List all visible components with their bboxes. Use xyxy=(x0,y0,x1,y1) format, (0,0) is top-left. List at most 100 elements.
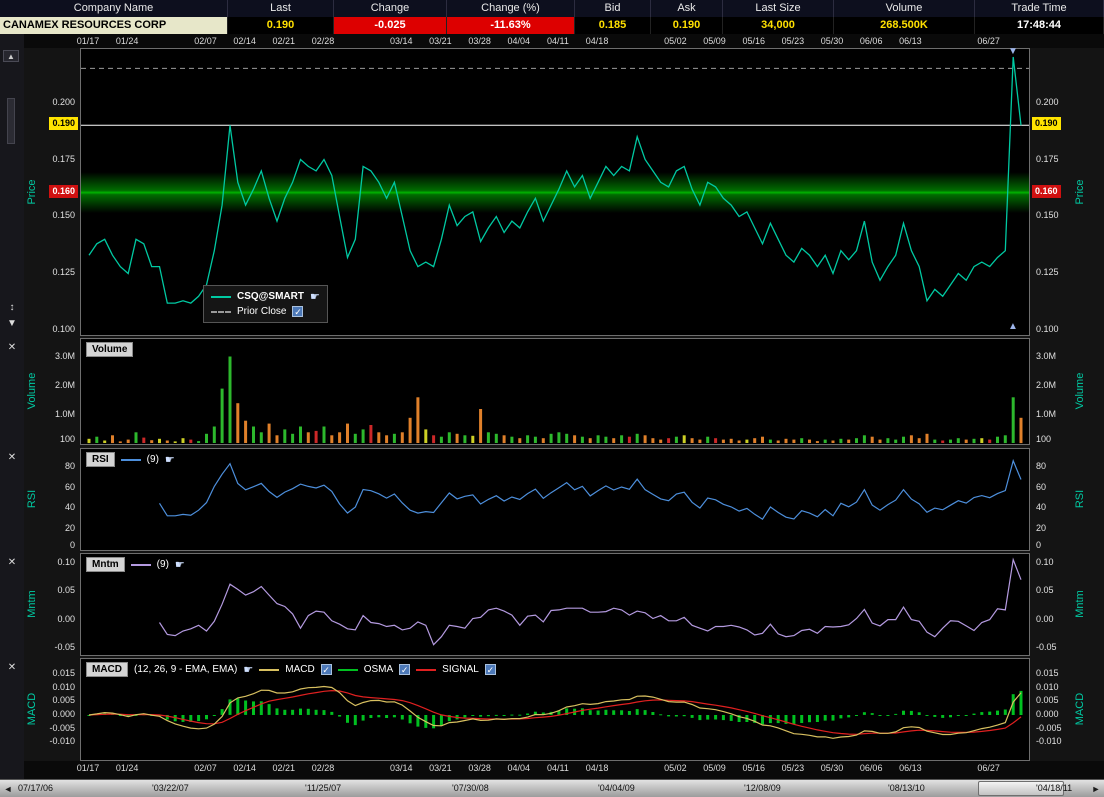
y-tick-label: 0.150 xyxy=(1036,210,1059,220)
volume-legend: Volume xyxy=(86,342,133,357)
signal-checkbox[interactable] xyxy=(485,664,496,675)
macd-panel[interactable]: MACD (12, 26, 9 - EMA, EMA) MACD OSMA SI… xyxy=(80,658,1030,761)
y-tick-label: 0.200 xyxy=(1036,97,1059,107)
y-tick-label: 3.0M xyxy=(55,351,75,361)
date-tick-label: 01/17 xyxy=(73,36,103,46)
prior-close-checkbox[interactable] xyxy=(292,306,303,317)
date-tick-label: 02/28 xyxy=(308,36,338,46)
y-tick-label: 0.125 xyxy=(1036,267,1059,277)
date-tick-label: 03/28 xyxy=(465,36,495,46)
y-tick-label: 0.05 xyxy=(57,585,75,595)
scroll-left-button[interactable] xyxy=(1,782,15,796)
prior-close-label: Prior Close xyxy=(237,306,286,317)
y-tick-label: 2.0M xyxy=(1036,380,1056,390)
macd-right-scale: 0.0150.0100.0050.000-0.005-0.010 xyxy=(1032,658,1072,761)
y-tick-label: 1.0M xyxy=(1036,409,1056,419)
y-tick-label: 40 xyxy=(65,502,75,512)
volume-chart[interactable] xyxy=(81,339,1029,444)
mntm-chart[interactable] xyxy=(81,554,1029,655)
y-tick-label: 0.150 xyxy=(52,210,75,220)
osma-bars xyxy=(88,691,1023,728)
osma-checkbox[interactable] xyxy=(399,664,410,675)
time-scrollbar[interactable]: 07/17/06 '03/22/07 '11/25/07 '07/30/08 '… xyxy=(0,779,1104,797)
y-tick-label: 100 xyxy=(1036,434,1051,444)
left-toolbar xyxy=(0,34,24,779)
y-tick-label: 0.10 xyxy=(1036,557,1054,567)
price-panel[interactable]: ▼ ▲ CSQ@SMART Prior Close xyxy=(80,48,1030,336)
rsi-line xyxy=(160,461,1022,519)
volume-panel[interactable]: Volume xyxy=(80,338,1030,445)
y-tick-label: -0.005 xyxy=(49,723,75,733)
pointer-icon[interactable] xyxy=(175,558,185,571)
price-axis-title-left: Price xyxy=(26,162,38,222)
y-tick-label: 0.00 xyxy=(1036,614,1054,624)
y-tick-label: -0.005 xyxy=(1036,723,1062,733)
marker-down-icon[interactable]: ▼ xyxy=(1008,46,1018,57)
band-price-chip: 0.160 xyxy=(1032,185,1061,198)
macd-title-chip[interactable]: MACD xyxy=(86,662,128,677)
price-right-scale: 0.2000.1750.1500.1250.1000.1900.160 xyxy=(1032,48,1072,336)
scroll-up-icon[interactable] xyxy=(3,50,19,62)
y-tick-label: 80 xyxy=(65,461,75,471)
y-tick-label: 0.000 xyxy=(52,709,75,719)
date-tick-label: 02/28 xyxy=(308,763,338,773)
date-tick-label: 05/02 xyxy=(660,763,690,773)
close-rsi-panel-icon[interactable] xyxy=(5,452,19,464)
rsi-left-scale: 806040200 xyxy=(42,448,78,551)
y-tick-label: 0.015 xyxy=(1036,668,1059,678)
scrollbar-date: '04/18/11 xyxy=(1036,783,1072,793)
close-macd-panel-icon[interactable] xyxy=(5,662,19,674)
pointer-icon[interactable] xyxy=(310,290,320,303)
trade-time-value: 17:48:44 xyxy=(975,17,1104,34)
volume-left-scale: 3.0M2.0M1.0M100 xyxy=(42,338,78,445)
date-tick-label: 05/16 xyxy=(739,36,769,46)
scrollbar-date: '03/22/07 xyxy=(152,783,189,793)
mntm-period-label: (9) xyxy=(157,559,169,570)
rsi-panel[interactable]: RSI (9) xyxy=(80,448,1030,551)
rsi-title-chip[interactable]: RSI xyxy=(86,452,115,467)
y-tick-label: 0.175 xyxy=(1036,154,1059,164)
y-tick-label: 20 xyxy=(1036,523,1046,533)
volume-title-chip[interactable]: Volume xyxy=(86,342,133,357)
y-tick-label: 0.100 xyxy=(52,324,75,334)
price-left-scale: 0.2000.1750.1500.1250.1000.1900.160 xyxy=(42,48,78,336)
pointer-icon[interactable] xyxy=(243,663,253,676)
header-ask: Ask xyxy=(651,0,723,17)
date-tick-label: 04/04 xyxy=(504,763,534,773)
date-tick-label: 03/14 xyxy=(386,36,416,46)
marker-up-icon[interactable]: ▲ xyxy=(1008,321,1018,332)
ask-value: 0.190 xyxy=(651,17,723,34)
y-tick-label: 40 xyxy=(1036,502,1046,512)
pointer-icon[interactable] xyxy=(165,453,175,466)
mntm-title-chip[interactable]: Mntm xyxy=(86,557,125,572)
macd-line-sample xyxy=(259,669,279,671)
date-tick-label: 04/04 xyxy=(504,36,534,46)
close-mntm-panel-icon[interactable] xyxy=(5,557,19,569)
date-tick-label: 04/11 xyxy=(543,36,573,46)
date-tick-label: 06/13 xyxy=(895,36,925,46)
volume-axis-title-right: Volume xyxy=(1074,361,1086,421)
rsi-right-scale: 806040200 xyxy=(1032,448,1072,551)
y-tick-label: 0 xyxy=(70,540,75,550)
macd-checkbox[interactable] xyxy=(321,664,332,675)
scroll-down-icon[interactable] xyxy=(5,318,19,330)
mntm-panel[interactable]: Mntm (9) xyxy=(80,553,1030,656)
resize-panel-icon[interactable] xyxy=(5,302,19,314)
date-tick-label: 05/30 xyxy=(817,36,847,46)
mntm-right-scale: 0.100.050.00-0.05 xyxy=(1032,553,1072,656)
date-tick-label: 02/07 xyxy=(190,36,220,46)
date-tick-label: 01/17 xyxy=(73,763,103,773)
price-line-sample xyxy=(211,296,231,298)
scroll-right-button[interactable] xyxy=(1089,782,1103,796)
last-price-chip: 0.190 xyxy=(49,117,78,130)
scrollbar-date: '12/08/09 xyxy=(744,783,781,793)
header-trade-time: Trade Time xyxy=(975,0,1104,17)
volume-axis-title-left: Volume xyxy=(26,361,38,421)
mntm-left-scale: 0.100.050.00-0.05 xyxy=(42,553,78,656)
macd-axis-title-left: MACD xyxy=(26,679,38,739)
left-scrollbar-track[interactable] xyxy=(7,98,15,144)
y-tick-label: 0.010 xyxy=(1036,682,1059,692)
close-volume-panel-icon[interactable] xyxy=(5,342,19,354)
date-tick-label: 04/11 xyxy=(543,763,573,773)
rsi-chart[interactable] xyxy=(81,449,1029,550)
